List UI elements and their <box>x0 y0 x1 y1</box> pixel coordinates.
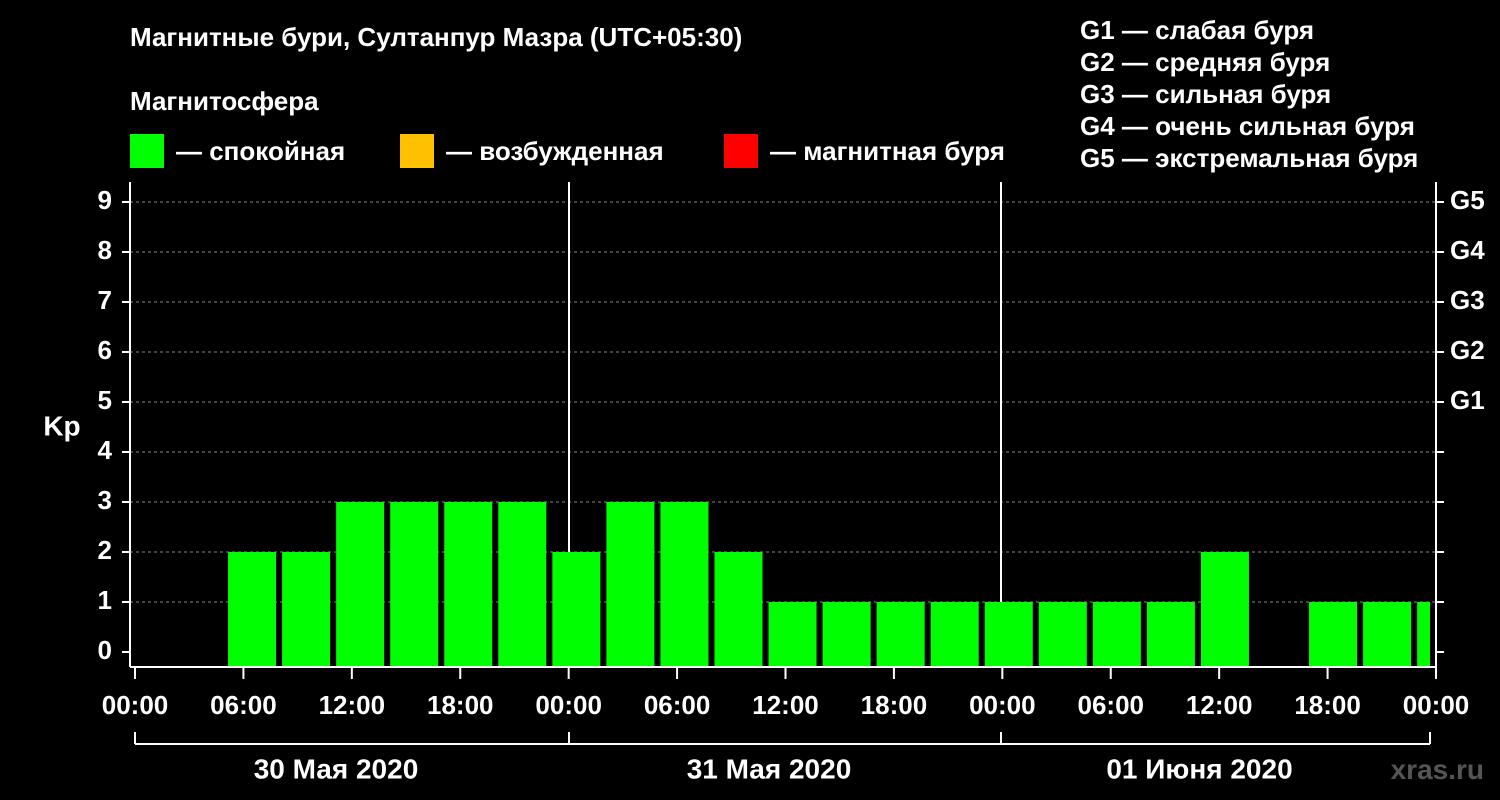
x-tick-label-2: 12:00 <box>319 690 386 720</box>
x-tick-label-9: 06:00 <box>1078 690 1145 720</box>
x-tick-label-3: 18:00 <box>427 690 494 720</box>
bar-4 <box>390 502 439 666</box>
bar-18 <box>1146 602 1195 666</box>
bar-22 <box>1363 602 1412 666</box>
bar-3 <box>336 502 385 666</box>
bar-12 <box>822 602 871 666</box>
bar-6 <box>498 502 547 666</box>
day-label-2: 01 Июня 2020 <box>1106 753 1292 784</box>
y-tick-label-2: 2 <box>98 535 112 565</box>
bar-15 <box>984 602 1033 666</box>
y-tick-label-9: 9 <box>98 185 112 215</box>
x-tick-label-6: 12:00 <box>752 690 819 720</box>
right-tick-label-g2: G2 <box>1450 335 1485 365</box>
bar-21 <box>1309 602 1358 666</box>
bar-16 <box>1038 602 1087 666</box>
bar-23 <box>1417 602 1430 666</box>
bar-1 <box>228 552 277 666</box>
x-tick-label-5: 06:00 <box>644 690 711 720</box>
y-tick-label-4: 4 <box>98 435 113 465</box>
y-tick-label-3: 3 <box>98 485 112 515</box>
y-axis-label: Kp <box>43 410 80 441</box>
y-tick-label-6: 6 <box>98 335 112 365</box>
bar-2 <box>282 552 331 666</box>
bar-5 <box>444 502 493 666</box>
right-tick-label-g5: G5 <box>1450 185 1485 215</box>
bar-17 <box>1092 602 1141 666</box>
right-tick-label-g3: G3 <box>1450 285 1485 315</box>
x-tick-label-11: 18:00 <box>1294 690 1361 720</box>
y-tick-label-7: 7 <box>98 285 112 315</box>
bar-8 <box>606 502 655 666</box>
y-tick-label-1: 1 <box>98 585 112 615</box>
x-tick-label-1: 06:00 <box>210 690 277 720</box>
y-tick-label-8: 8 <box>98 235 112 265</box>
right-tick-label-g1: G1 <box>1450 385 1485 415</box>
kp-bar-chart: 0 1 2 3 4 5 6 7 8 9 G1 G2 G3 G4 G5 Kp 00:00 06:00 12:00 18:… <box>43 182 1485 784</box>
bar-7 <box>552 552 601 666</box>
x-tick-label-0: 00:00 <box>102 690 169 720</box>
y-tick-label-0: 0 <box>98 635 112 665</box>
y-tick-label-5: 5 <box>98 385 112 415</box>
bar-19 <box>1200 552 1249 666</box>
x-tick-label-4: 00:00 <box>535 690 602 720</box>
x-tick-label-10: 12:00 <box>1186 690 1253 720</box>
watermark: xras.ru <box>1390 754 1484 785</box>
bar-10 <box>714 552 763 666</box>
bar-14 <box>930 602 979 666</box>
day-label-0: 30 Мая 2020 <box>254 753 419 784</box>
bar-9 <box>660 502 709 666</box>
bar-13 <box>876 602 925 666</box>
bar-11 <box>768 602 817 666</box>
x-tick-label-8: 00:00 <box>969 690 1036 720</box>
x-tick-label-12: 00:00 <box>1403 690 1470 720</box>
x-tick-label-7: 18:00 <box>861 690 928 720</box>
day-label-1: 31 Мая 2020 <box>687 753 852 784</box>
right-tick-label-g4: G4 <box>1450 235 1485 265</box>
